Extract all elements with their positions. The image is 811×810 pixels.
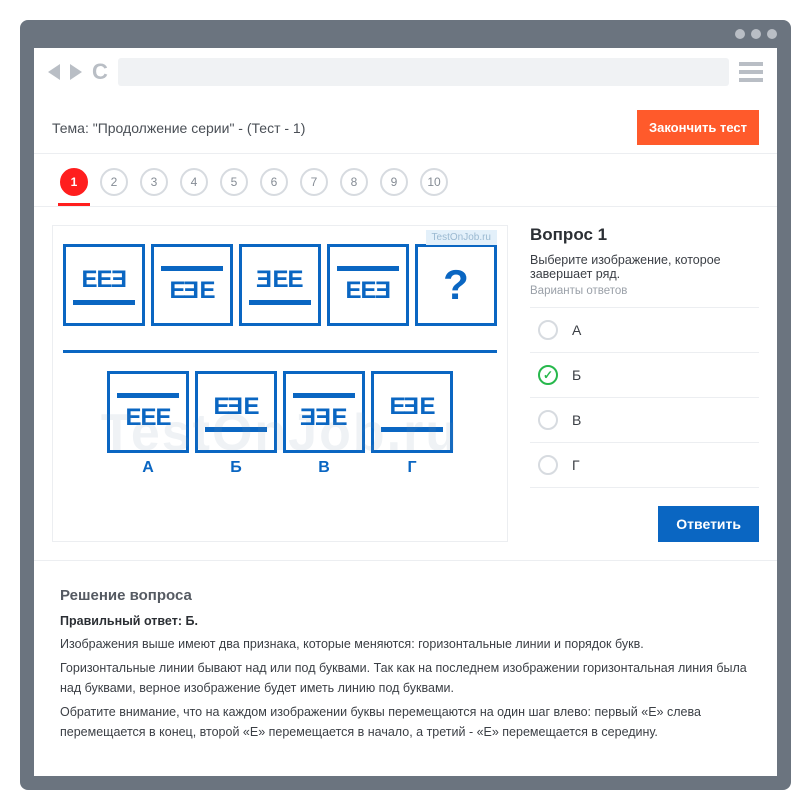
answer-option-label: А xyxy=(572,322,581,338)
series-cell: EEE xyxy=(107,371,189,453)
answer-option[interactable]: Б xyxy=(530,352,759,397)
reload-icon[interactable]: C xyxy=(92,59,108,85)
question-subtitle: Варианты ответов xyxy=(530,285,759,297)
question-tab-7[interactable]: 7 xyxy=(300,168,328,196)
answer-figure-label: В xyxy=(318,459,330,477)
series-cell-unknown: ? xyxy=(415,244,497,326)
question-tab-8[interactable]: 8 xyxy=(340,168,368,196)
series-cell: EEE xyxy=(63,244,145,326)
answer-options: А Б В Г xyxy=(530,307,759,488)
series-cell: EEE xyxy=(371,371,453,453)
radio-icon xyxy=(538,320,558,340)
url-input[interactable] xyxy=(118,58,729,86)
series-cell: EEE xyxy=(151,244,233,326)
question-title: Вопрос 1 xyxy=(530,225,759,245)
solution-paragraph: Обратите внимание, что на каждом изображ… xyxy=(60,702,751,742)
series-cell: EEE xyxy=(283,371,365,453)
answer-figure-label: А xyxy=(142,459,154,477)
question-tab-5[interactable]: 5 xyxy=(220,168,248,196)
series-row: EEEEEEEEEEEE? xyxy=(63,244,497,326)
answer-figure-label: Г xyxy=(407,459,416,477)
figure-panel: TestOnJob.ru TestOnJob.ru EEEEEEEEEEEE? … xyxy=(52,225,508,542)
answer-option[interactable]: А xyxy=(530,307,759,352)
menu-icon[interactable] xyxy=(739,62,763,82)
question-tab-2[interactable]: 2 xyxy=(100,168,128,196)
correct-answer-label: Правильный ответ: Б. xyxy=(60,614,751,628)
solution-heading: Решение вопроса xyxy=(60,587,751,604)
series-cell: EEE xyxy=(195,371,277,453)
answer-option-label: Г xyxy=(572,457,580,473)
question-tab-9[interactable]: 9 xyxy=(380,168,408,196)
series-cell: EEE xyxy=(239,244,321,326)
window-dot xyxy=(735,29,745,39)
question-description: Выберите изображение, которое завершает … xyxy=(530,253,759,281)
radio-icon xyxy=(538,455,558,475)
back-icon[interactable] xyxy=(48,64,60,80)
finish-test-button[interactable]: Закончить тест xyxy=(637,110,759,145)
answer-figure-label: Б xyxy=(230,459,242,477)
question-tab-10[interactable]: 10 xyxy=(420,168,448,196)
question-body: TestOnJob.ru TestOnJob.ru EEEEEEEEEEEE? … xyxy=(34,207,777,560)
question-tab-6[interactable]: 6 xyxy=(260,168,288,196)
topic-title: Тема: "Продолжение серии" - (Тест - 1) xyxy=(52,120,305,136)
question-tab-1[interactable]: 1 xyxy=(60,168,88,196)
window-dot xyxy=(751,29,761,39)
radio-icon xyxy=(538,410,558,430)
solution-paragraph: Горизонтальные линии бывают над или под … xyxy=(60,658,751,698)
window-chrome xyxy=(20,20,791,48)
page-content: Тема: "Продолжение серии" - (Тест - 1) З… xyxy=(34,96,777,776)
answer-figure: EEE В xyxy=(283,371,365,477)
question-tab-4[interactable]: 4 xyxy=(180,168,208,196)
question-tabs: 123456789 10 xyxy=(34,153,777,207)
answer-option-label: Б xyxy=(572,367,581,383)
answer-panel: Вопрос 1 Выберите изображение, которое з… xyxy=(530,225,759,542)
answer-figure: EEE А xyxy=(107,371,189,477)
forward-icon[interactable] xyxy=(70,64,82,80)
question-tab-3[interactable]: 3 xyxy=(140,168,168,196)
radio-checked-icon xyxy=(538,365,558,385)
window-dot xyxy=(767,29,777,39)
answer-option[interactable]: В xyxy=(530,397,759,442)
watermark-badge: TestOnJob.ru xyxy=(426,230,497,245)
figure-divider xyxy=(63,350,497,353)
answer-option-label: В xyxy=(572,412,581,428)
answer-option[interactable]: Г xyxy=(530,442,759,488)
answer-figure: EEE Б xyxy=(195,371,277,477)
submit-answer-button[interactable]: Ответить xyxy=(658,506,759,542)
answer-figures-row: EEE А EEE Б EEE В EEE Г xyxy=(63,371,497,477)
browser-toolbar: C xyxy=(34,48,777,96)
browser-window: C Тема: "Продолжение серии" - (Тест - 1)… xyxy=(20,20,791,790)
solution-paragraph: Изображения выше имеют два признака, кот… xyxy=(60,634,751,654)
answer-figure: EEE Г xyxy=(371,371,453,477)
series-cell: EEE xyxy=(327,244,409,326)
topic-bar: Тема: "Продолжение серии" - (Тест - 1) З… xyxy=(34,96,777,153)
solution-panel: Решение вопроса Правильный ответ: Б. Изо… xyxy=(34,560,777,776)
